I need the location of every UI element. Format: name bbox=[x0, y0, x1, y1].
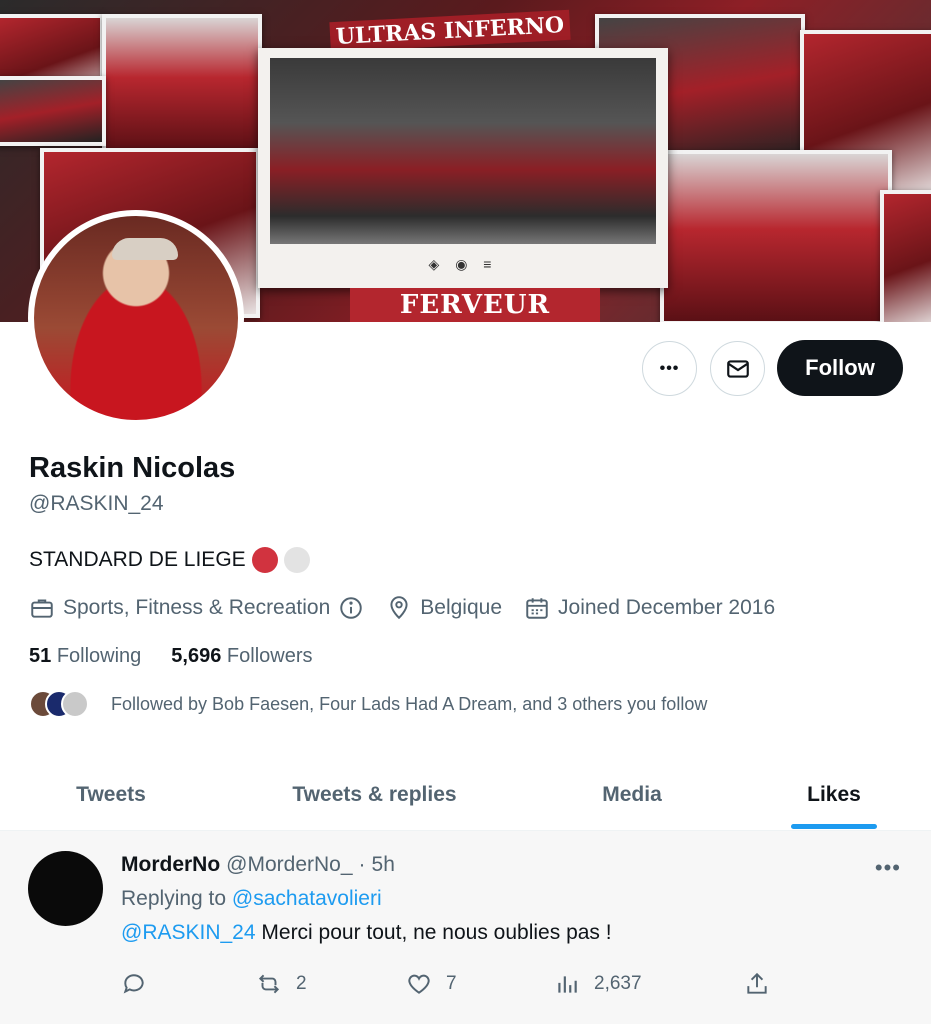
location-label: Belgique bbox=[420, 596, 503, 619]
calendar-icon bbox=[526, 598, 548, 619]
profile-handle: @RASKIN_24 bbox=[29, 492, 164, 515]
share-button[interactable] bbox=[744, 971, 770, 997]
banner-collage-photo bbox=[102, 14, 262, 154]
profile-tabs: Tweets Tweets & replies Media Likes bbox=[0, 760, 931, 830]
followed-by-text: Followed by Bob Faesen, Four Lads Had A … bbox=[111, 693, 708, 714]
joined-label: Joined December 2016 bbox=[558, 596, 776, 619]
tweet-author-handle[interactable]: @MorderNo_ bbox=[226, 853, 352, 877]
tweet-author-name[interactable]: MorderNo bbox=[121, 853, 220, 877]
red-circle-emoji bbox=[251, 547, 278, 573]
followers-link[interactable]: 5,696 Followers bbox=[171, 645, 312, 668]
views-count: 2,637 bbox=[594, 973, 642, 994]
banner-collage-photo bbox=[0, 76, 106, 146]
replying-prefix: Replying to bbox=[121, 887, 227, 910]
briefcase-icon bbox=[31, 599, 53, 618]
share-icon bbox=[747, 972, 767, 994]
retweet-button[interactable]: 2 bbox=[256, 971, 406, 997]
banner-collage-photo bbox=[660, 150, 892, 322]
tweet-replying-to: Replying to @sachatavolieri bbox=[121, 887, 382, 911]
more-options-button[interactable]: ••• bbox=[642, 341, 697, 396]
banner-collage-photo bbox=[880, 190, 931, 322]
tweet-text: @RASKIN_24 Merci pour tout, ne nous oubl… bbox=[121, 921, 612, 945]
profile-category: Sports, Fitness & Recreation bbox=[29, 595, 364, 621]
profile-name: Raskin Nicolas bbox=[29, 452, 236, 484]
tweet-header: MorderNo @MorderNo_ · 5h bbox=[121, 853, 395, 877]
envelope-icon bbox=[726, 359, 749, 378]
banner-strap: ULTRAS INFERNO bbox=[329, 9, 571, 53]
tab-tweets-replies[interactable]: Tweets & replies bbox=[222, 760, 527, 830]
tab-likes[interactable]: Likes bbox=[737, 760, 931, 830]
white-circle-emoji bbox=[283, 547, 310, 573]
like-button[interactable]: 7 bbox=[406, 971, 554, 997]
banner-team-poster: ◈ ◉ ≡ bbox=[258, 48, 668, 288]
reply-icon bbox=[123, 974, 144, 994]
follow-button[interactable]: Follow bbox=[777, 340, 903, 396]
banner-strap: FERVEUR FIDELITE bbox=[350, 288, 600, 322]
reply-button[interactable] bbox=[121, 971, 256, 997]
profile-bio: STANDARD DE LIEGE bbox=[29, 547, 310, 573]
category-label: Sports, Fitness & Recreation bbox=[63, 596, 331, 619]
tweet-body: Merci pour tout, ne nous oublies pas ! bbox=[261, 921, 612, 944]
tweet[interactable]: MorderNo @MorderNo_ · 5h ••• Replying to… bbox=[0, 830, 931, 1024]
profile-location: Belgique bbox=[386, 595, 502, 621]
views-button[interactable]: 2,637 bbox=[554, 971, 744, 997]
like-count: 7 bbox=[446, 973, 457, 994]
followed-by[interactable]: Followed by Bob Faesen, Four Lads Had A … bbox=[29, 690, 707, 718]
following-link[interactable]: 51 Following bbox=[29, 645, 141, 668]
team-photo bbox=[270, 58, 656, 244]
tweet-mention[interactable]: @RASKIN_24 bbox=[121, 921, 256, 944]
tweet-time[interactable]: 5h bbox=[372, 853, 395, 877]
replying-to-link[interactable]: @sachatavolieri bbox=[232, 887, 382, 910]
tweet-actions: 2 7 2,637 bbox=[121, 971, 770, 997]
info-icon[interactable] bbox=[338, 595, 364, 621]
follow-counts: 51 Following 5,696 Followers bbox=[29, 645, 313, 668]
poster-sponsor-logos: ◈ ◉ ≡ bbox=[428, 256, 498, 272]
avatar-hair bbox=[112, 238, 178, 260]
retweet-icon bbox=[258, 974, 280, 994]
profile-avatar[interactable] bbox=[28, 210, 244, 426]
tab-tweets[interactable]: Tweets bbox=[0, 760, 222, 830]
tweet-separator: · bbox=[358, 853, 366, 876]
profile-meta: Sports, Fitness & Recreation Belgique Jo… bbox=[29, 595, 797, 621]
profile-joined: Joined December 2016 bbox=[524, 595, 775, 621]
tweet-author-avatar[interactable] bbox=[28, 851, 103, 926]
tweet-more-button[interactable]: ••• bbox=[875, 855, 901, 881]
location-pin-icon bbox=[390, 596, 408, 620]
retweet-count: 2 bbox=[296, 973, 307, 994]
bio-text: STANDARD DE LIEGE bbox=[29, 548, 246, 571]
follower-avatar bbox=[61, 690, 89, 718]
message-button[interactable] bbox=[710, 341, 765, 396]
more-icon: ••• bbox=[659, 359, 680, 377]
views-chart-icon bbox=[558, 976, 577, 993]
heart-icon bbox=[408, 974, 430, 994]
tab-media[interactable]: Media bbox=[527, 760, 737, 830]
